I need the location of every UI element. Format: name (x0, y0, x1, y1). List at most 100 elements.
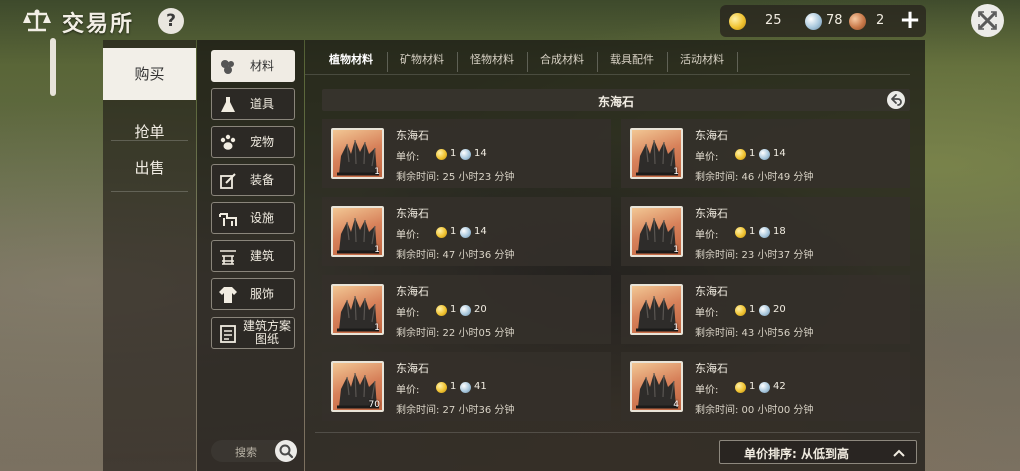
gold-coin-icon (436, 305, 447, 316)
price-silver: 14 (773, 148, 786, 159)
gold-amount: 25 (765, 13, 782, 28)
price-gold: 1 (749, 304, 756, 315)
time-remaining: 剩余时间: 47 小时36 分钟 (396, 250, 515, 261)
price-gold: 1 (749, 381, 756, 392)
price-label: 单价: (396, 230, 420, 241)
listing-card[interactable]: 70 东海石 单价: 1 41 剩余时间: 27 小时36 分钟 (322, 352, 611, 421)
category-items[interactable]: 道具 (211, 88, 295, 120)
category-label: 服饰 (250, 287, 275, 301)
facility-icon (219, 213, 237, 226)
category-blueprints[interactable]: 建筑方案 图纸 (211, 317, 295, 349)
price-label: 单价: (396, 308, 420, 319)
category-label: 宠物 (250, 135, 275, 149)
silver-coin-icon (460, 149, 471, 160)
category-clothing[interactable]: 服饰 (211, 278, 295, 310)
category-materials[interactable]: 材料 (211, 50, 295, 82)
main-panel: 植物材料 矿物材料 怪物材料 合成材料 载具配件 活动材料 东海石 1 东海石 单价… (305, 40, 925, 471)
tab-sell[interactable]: 出售 (103, 142, 196, 194)
category-pets[interactable]: 宠物 (211, 126, 295, 158)
time-remaining: 剩余时间: 22 小时05 分钟 (396, 328, 515, 339)
listing-card[interactable]: 1 东海石 单价: 1 18 剩余时间: 23 小时37 分钟 (621, 197, 910, 266)
back-button[interactable] (887, 91, 905, 109)
item-thumbnail: 4 (630, 361, 683, 412)
price-silver: 20 (773, 304, 786, 315)
price-label: 单价: (695, 152, 719, 163)
price-gold: 1 (450, 381, 457, 392)
silver-coin-icon (460, 382, 471, 393)
category-buildings[interactable]: 建筑 (211, 240, 295, 272)
category-label: 道具 (250, 97, 275, 111)
subtab-divider (737, 52, 738, 72)
sort-label: 单价排序: 从低到高 (744, 447, 849, 461)
category-equipment[interactable]: 装备 (211, 164, 295, 196)
item-thumbnail: 1 (331, 284, 384, 335)
silver-coin-icon (805, 13, 822, 30)
sort-dropdown[interactable]: 单价排序: 从低到高 (719, 440, 917, 464)
blueprint-icon (220, 325, 236, 343)
help-button[interactable]: ? (158, 8, 184, 34)
item-thumbnail: 70 (331, 361, 384, 412)
gold-coin-icon (436, 382, 447, 393)
subtab-vehicle-parts[interactable]: 载具配件 (599, 48, 665, 74)
price-gold: 1 (450, 304, 457, 315)
item-name: 东海石 (695, 285, 728, 298)
price-silver: 18 (773, 226, 786, 237)
copper-coin-icon (849, 13, 866, 30)
search-icon (279, 444, 294, 459)
price-silver: 14 (474, 148, 487, 159)
subtab-crafted-materials[interactable]: 合成材料 (529, 48, 595, 74)
price-silver: 42 (773, 381, 786, 392)
item-name: 东海石 (695, 129, 728, 142)
listing-card[interactable]: 1 东海石 单价: 1 14 剩余时间: 47 小时36 分钟 (322, 197, 611, 266)
subtab-event-materials[interactable]: 活动材料 (669, 48, 735, 74)
price-label: 单价: (695, 230, 719, 241)
price-silver: 14 (474, 226, 487, 237)
materials-icon (221, 60, 234, 74)
time-remaining: 剩余时间: 23 小时37 分钟 (695, 250, 814, 261)
listing-card[interactable]: 1 东海石 单价: 1 20 剩余时间: 22 小时05 分钟 (322, 275, 611, 344)
item-thumbnail: 1 (630, 206, 683, 257)
silver-coin-icon (759, 227, 770, 238)
item-quantity: 1 (673, 245, 679, 255)
search-input[interactable]: 搜索 (211, 440, 297, 462)
item-name: 东海石 (396, 362, 429, 375)
close-button[interactable] (971, 4, 1004, 37)
subtab-underline (305, 74, 910, 75)
back-arrow-icon (891, 94, 902, 106)
search-button[interactable] (275, 440, 297, 462)
gold-coin-icon (436, 149, 447, 160)
category-label-line2: 图纸 (255, 332, 280, 346)
price-gold: 1 (450, 148, 457, 159)
tab-buy[interactable]: 购买 (103, 48, 196, 100)
listing-card[interactable]: 1 东海石 单价: 1 14 剩余时间: 46 小时49 分钟 (621, 119, 910, 188)
time-remaining: 剩余时间: 27 小时36 分钟 (396, 405, 515, 416)
item-name: 东海石 (396, 207, 429, 220)
listing-card[interactable]: 1 东海石 单价: 1 14 剩余时间: 25 小时23 分钟 (322, 119, 611, 188)
silver-coin-icon (759, 305, 770, 316)
gold-coin-icon (735, 227, 746, 238)
subtab-monster-materials[interactable]: 怪物材料 (459, 48, 525, 74)
category-label: 建筑 (250, 249, 275, 263)
silver-coin-icon (460, 305, 471, 316)
item-quantity: 1 (673, 167, 679, 177)
subtab-mineral-materials[interactable]: 矿物材料 (389, 48, 455, 74)
item-quantity: 1 (374, 323, 380, 333)
silver-coin-icon (759, 382, 770, 393)
scale-icon (23, 9, 51, 32)
add-currency-button[interactable]: + (898, 7, 922, 34)
price-silver: 41 (474, 381, 487, 392)
price-label: 单价: (695, 308, 719, 319)
item-name: 东海石 (695, 207, 728, 220)
item-header-name: 东海石 (597, 95, 634, 109)
listing-card[interactable]: 4 东海石 单价: 1 42 剩余时间: 00 小时00 分钟 (621, 352, 910, 421)
tab-divider (111, 140, 188, 141)
price-label: 单价: (396, 152, 420, 163)
listing-card[interactable]: 1 东海石 单价: 1 20 剩余时间: 43 小时56 分钟 (621, 275, 910, 344)
gold-coin-icon (735, 149, 746, 160)
category-facilities[interactable]: 设施 (211, 202, 295, 234)
subtab-divider (387, 52, 388, 72)
close-icon (978, 11, 997, 30)
scrollbar-thumb[interactable] (50, 38, 56, 96)
price-gold: 1 (749, 148, 756, 159)
subtab-plant-materials[interactable]: 植物材料 (317, 48, 385, 74)
